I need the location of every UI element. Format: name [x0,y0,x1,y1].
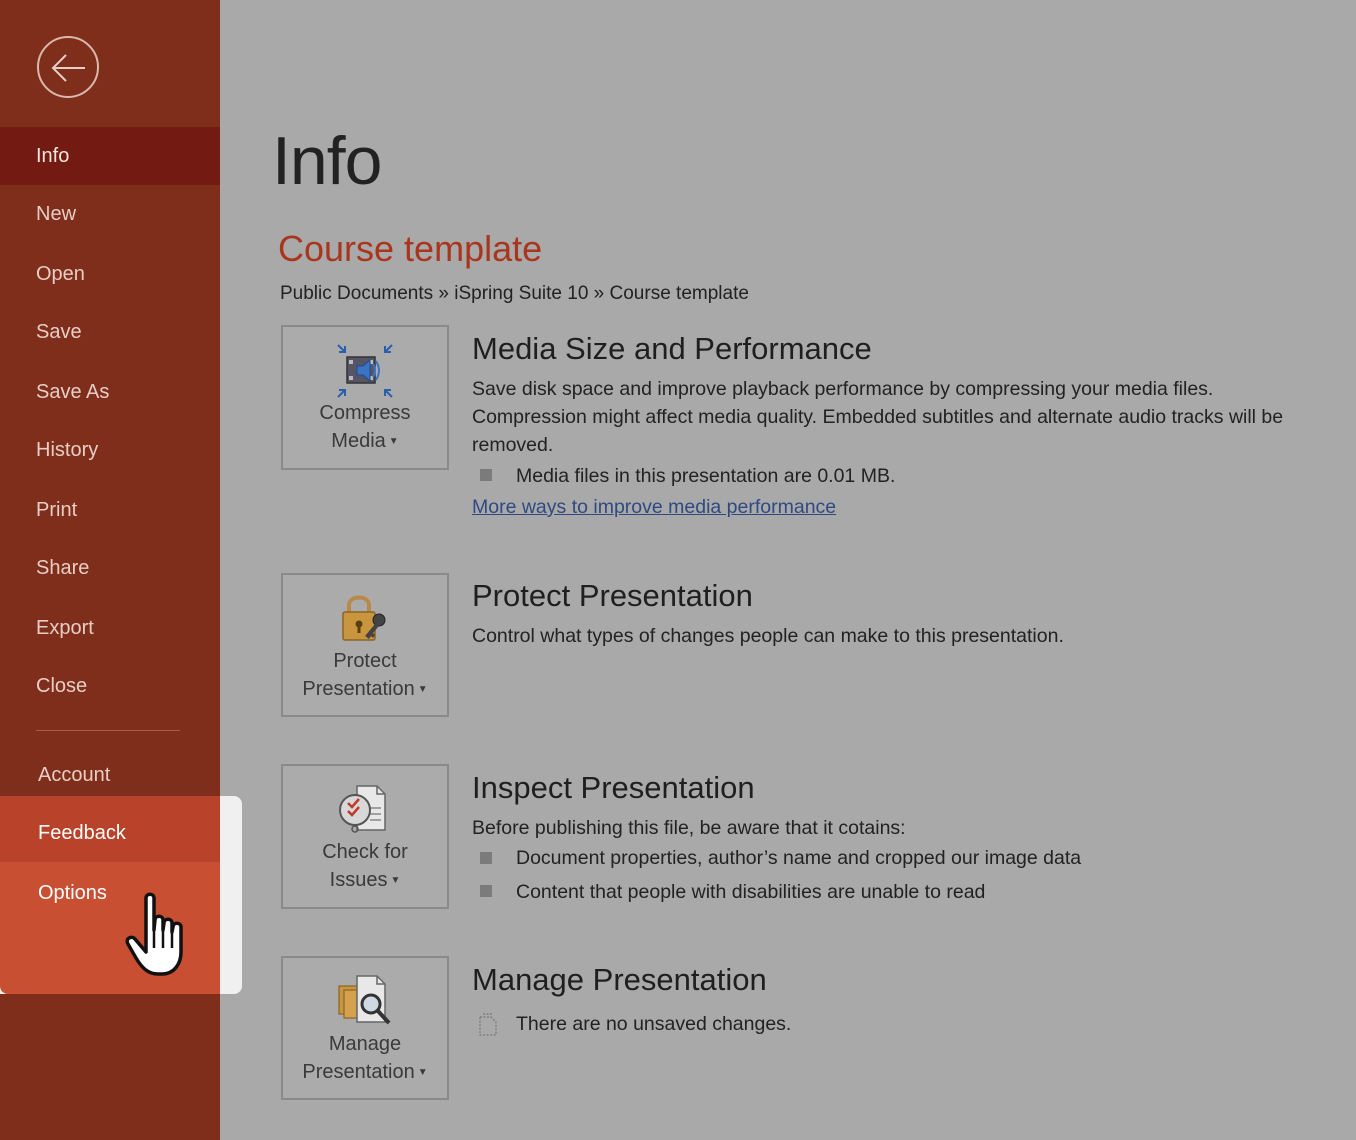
sidebar-item-open[interactable]: Open [0,245,220,303]
manage-section-title: Manage Presentation [472,962,767,997]
manage-status: There are no unsaved changes. [516,1013,792,1035]
protect-presentation-label-line1: Protect [333,650,397,672]
inspect-item: Document properties, author’s name and c… [516,847,1082,869]
chevron-down-icon: ▼ [417,683,428,695]
check-issues-icon [339,785,386,833]
sidebar-item-export[interactable]: Export [0,599,220,657]
compress-media-button[interactable]: Compress Media ▼ [281,325,449,470]
sidebar-item-history[interactable]: History [0,421,220,479]
sidebar-item-print[interactable]: Print [0,481,220,539]
back-button[interactable] [37,36,99,98]
sidebar-item-new[interactable]: New [0,185,220,243]
hand-pointer-icon [125,892,183,976]
manage-presentation-icon [338,975,391,1025]
media-section-title: Media Size and Performance [472,331,872,366]
check-issues-label-line1: Check for [322,841,408,863]
document-title: Course template [278,228,543,269]
check-for-issues-button[interactable]: Check for Issues ▼ [281,764,449,909]
sidebar-item-save[interactable]: Save [0,303,220,361]
back-arrow-icon [51,54,85,82]
sidebar-item-feedback[interactable]: Feedback [0,796,220,862]
bullet-icon [480,469,492,481]
document-icon [479,1013,497,1036]
protect-presentation-label-line2: Presentation ▼ [302,678,428,700]
page-title: Info [272,123,382,199]
sidebar-divider [36,730,180,731]
inspect-section-description: Before publishing this file, be aware th… [472,817,906,839]
media-performance-link[interactable]: More ways to improve media performance [472,496,836,519]
chevron-down-icon: ▼ [417,1066,428,1078]
compress-media-label-line2: Media ▼ [331,430,399,452]
bullet-icon [480,852,492,864]
protect-section-description: Control what types of changes people can… [472,625,1064,647]
chevron-down-icon: ▼ [388,435,399,447]
protect-presentation-button[interactable]: Protect Presentation ▼ [281,573,449,717]
protect-section-title: Protect Presentation [472,578,753,613]
media-size-info: Media files in this presentation are 0.0… [516,465,896,487]
compress-media-label-line1: Compress [319,402,411,424]
sidebar-item-info[interactable]: Info [0,127,220,185]
media-section-description: Save disk space and improve playback per… [472,378,1284,456]
sidebar-item-share[interactable]: Share [0,539,220,597]
bullet-icon [480,885,492,897]
inspect-section-title: Inspect Presentation [472,770,755,805]
sidebar-item-save-as[interactable]: Save As [0,363,220,421]
manage-presentation-label-line1: Manage [328,1033,402,1055]
inspect-item: Content that people with disabilities ar… [516,881,986,903]
manage-presentation-label-line2: Presentation ▼ [302,1061,428,1083]
manage-presentation-button[interactable]: Manage Presentation ▼ [281,956,449,1100]
compress-media-icon [337,344,393,398]
chevron-down-icon: ▼ [390,874,401,886]
breadcrumb: Public Documents » iSpring Suite 10 » Co… [280,283,749,304]
check-issues-label-line2: Issues ▼ [329,869,401,891]
sidebar-item-account[interactable]: Account [38,750,110,800]
lock-key-icon [342,595,386,641]
sidebar-item-close[interactable]: Close [0,657,220,715]
